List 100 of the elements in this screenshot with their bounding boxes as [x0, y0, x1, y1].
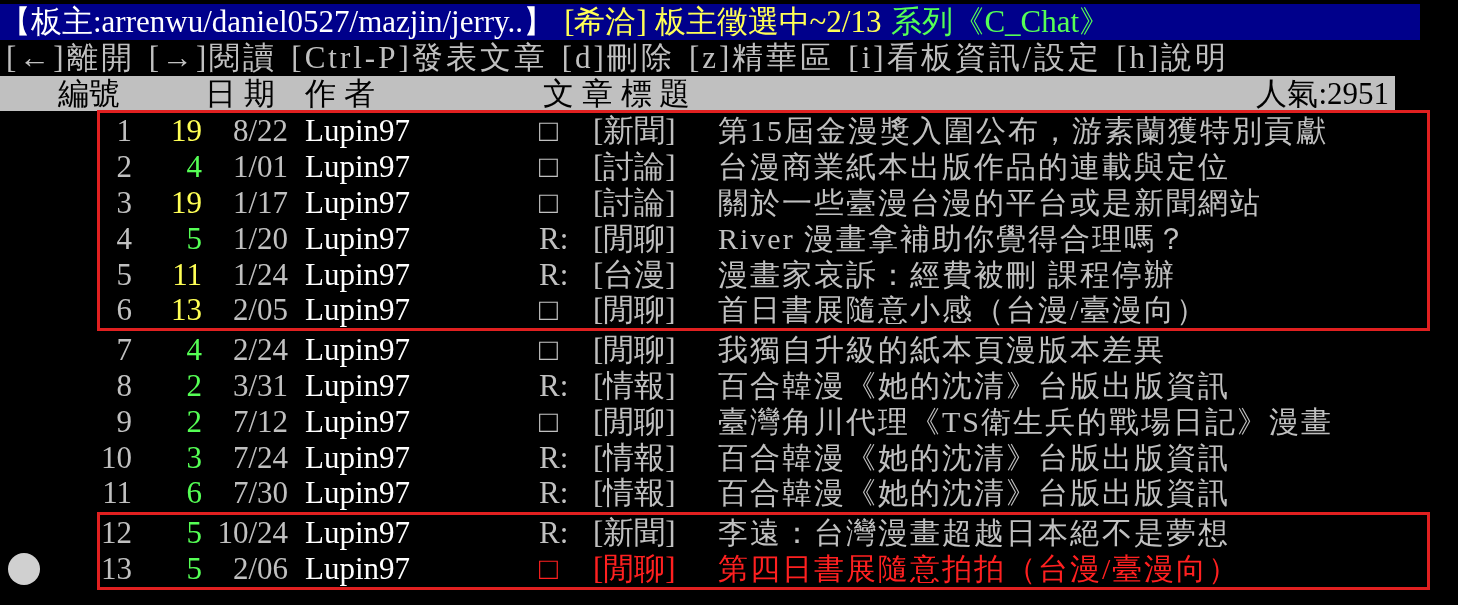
post-mark: R:	[539, 515, 570, 551]
post-mark: R:	[539, 439, 570, 476]
column-header: 作 者	[305, 75, 376, 112]
post-number: 10	[100, 439, 132, 476]
push-count: 4	[185, 332, 202, 368]
post-author[interactable]: Lupin97	[305, 220, 539, 257]
push-count: 3	[185, 439, 202, 476]
post-tag: [閒聊]	[593, 332, 718, 368]
menu-item[interactable]: [←]離開	[6, 39, 135, 76]
post-title[interactable]: 臺灣角川代理《TS衛生兵的戰場日記》漫畫	[718, 403, 1333, 440]
push-count: 4	[185, 149, 202, 185]
post-tag: [討論]	[593, 149, 718, 185]
post-mark: R:	[539, 475, 570, 512]
post-date: 7/24	[231, 439, 288, 476]
menu-item[interactable]: [i]看板資訊/設定	[848, 39, 1103, 76]
post-title[interactable]: 第15屆金漫獎入圍公布，游素蘭獲特別貢獻	[718, 113, 1328, 150]
post-title[interactable]: 李遠：台灣漫畫超越日本絕不是夢想	[718, 515, 1230, 551]
post-tag: [台漫]	[593, 256, 718, 293]
post-title[interactable]: 關於一些臺漫台漫的平台或是新聞網站	[718, 185, 1262, 221]
post-number: 1	[115, 113, 132, 150]
push-count: 5	[185, 515, 202, 551]
post-tag: [閒聊]	[593, 550, 718, 587]
post-tag: [新聞]	[593, 515, 718, 551]
post-date: 1/01	[231, 149, 288, 185]
post-date: 8/22	[231, 113, 288, 150]
column-header: 日 期	[205, 75, 276, 112]
post-date: 7/30	[231, 475, 288, 512]
post-tag: [閒聊]	[593, 220, 718, 257]
push-count: 2	[185, 367, 202, 404]
post-tag: [情報]	[593, 439, 718, 476]
post-date: 2/05	[231, 292, 288, 329]
post-tag: [閒聊]	[593, 292, 718, 329]
menu-item[interactable]: [→]閱讀	[148, 39, 278, 76]
post-author[interactable]: Lupin97	[305, 149, 539, 185]
post-date: 1/17	[231, 185, 288, 221]
post-tag: [情報]	[593, 475, 718, 512]
post-number: 9	[115, 403, 132, 440]
post-number: 8	[115, 367, 132, 404]
post-author[interactable]: Lupin97	[305, 515, 539, 551]
post-mark: □	[539, 185, 559, 221]
menu-item[interactable]: [z]精華區	[688, 39, 835, 76]
post-number: 6	[115, 292, 132, 329]
post-number: 13	[100, 550, 132, 587]
post-title[interactable]: 台漫商業紙本出版作品的連載與定位	[718, 149, 1230, 185]
post-mark: □	[539, 292, 559, 329]
post-author[interactable]: Lupin97	[305, 550, 539, 587]
post-number: 2	[115, 149, 132, 185]
post-title[interactable]: 我獨自升級的紙本頁漫版本差異	[718, 332, 1166, 368]
menu-item[interactable]: [Ctrl-P]發表文章	[291, 39, 548, 76]
post-title[interactable]: 百合韓漫《她的沈清》台版出版資訊	[718, 439, 1230, 476]
post-mark: □	[539, 332, 559, 368]
post-number: 11	[101, 475, 132, 512]
popularity-count: 人氣:2951	[1256, 75, 1390, 112]
push-count: 19	[170, 185, 202, 221]
push-count: 11	[171, 256, 202, 293]
post-number: 12	[100, 515, 132, 551]
post-title[interactable]: 百合韓漫《她的沈清》台版出版資訊	[718, 367, 1230, 404]
post-number: 7	[115, 332, 132, 368]
post-title[interactable]: 第四日書展隨意拍拍（台漫/臺漫向）	[718, 550, 1241, 587]
post-date: 3/31	[231, 367, 288, 404]
board-notice: [希洽] 板主徵選中~2/13	[564, 4, 882, 40]
post-title[interactable]: 漫畫家哀訴：經費被刪 課程停辦	[718, 256, 1176, 293]
column-header: 編號	[58, 75, 121, 112]
post-mark: □	[539, 113, 559, 150]
menu-item[interactable]: [d]刪除	[561, 39, 675, 76]
post-date: 2/06	[231, 550, 288, 587]
post-author[interactable]: Lupin97	[305, 292, 539, 329]
post-author[interactable]: Lupin97	[305, 332, 539, 368]
post-number: 4	[115, 220, 132, 257]
post-mark: R:	[539, 220, 570, 257]
post-author[interactable]: Lupin97	[305, 256, 539, 293]
menu-item[interactable]: [h]說明	[1116, 39, 1230, 76]
push-count: 13	[170, 292, 202, 329]
post-tag: [閒聊]	[593, 403, 718, 440]
post-date: 1/24	[231, 256, 288, 293]
post-author[interactable]: Lupin97	[305, 403, 539, 440]
post-date: 10/24	[216, 515, 288, 551]
post-mark: R:	[539, 256, 570, 293]
post-title[interactable]: 百合韓漫《她的沈清》台版出版資訊	[718, 475, 1230, 512]
post-author[interactable]: Lupin97	[305, 113, 539, 150]
post-tag: [討論]	[593, 185, 718, 221]
post-date: 1/20	[231, 220, 288, 257]
post-title[interactable]: River 漫畫拿補助你覺得合理嗎？	[718, 220, 1189, 257]
post-mark: R:	[539, 367, 570, 404]
post-author[interactable]: Lupin97	[305, 367, 539, 404]
post-tag: [新聞]	[593, 113, 718, 150]
push-count: 2	[185, 403, 202, 440]
post-author[interactable]: Lupin97	[305, 185, 539, 221]
moderators-text: 【板主:arrenwu/daniel0527/mazjin/jerry..】	[0, 4, 555, 40]
post-tag: [情報]	[593, 367, 718, 404]
post-number: 5	[115, 256, 132, 293]
post-author[interactable]: Lupin97	[305, 475, 539, 512]
push-count: 19	[170, 113, 202, 150]
column-header: 文 章 標 題	[543, 75, 692, 112]
push-count: 6	[185, 475, 202, 512]
post-mark: □	[539, 550, 559, 587]
post-date: 7/12	[231, 403, 288, 440]
post-title[interactable]: 首日書展隨意小感（台漫/臺漫向）	[718, 292, 1209, 329]
post-author[interactable]: Lupin97	[305, 439, 539, 476]
post-mark: □	[539, 149, 559, 185]
